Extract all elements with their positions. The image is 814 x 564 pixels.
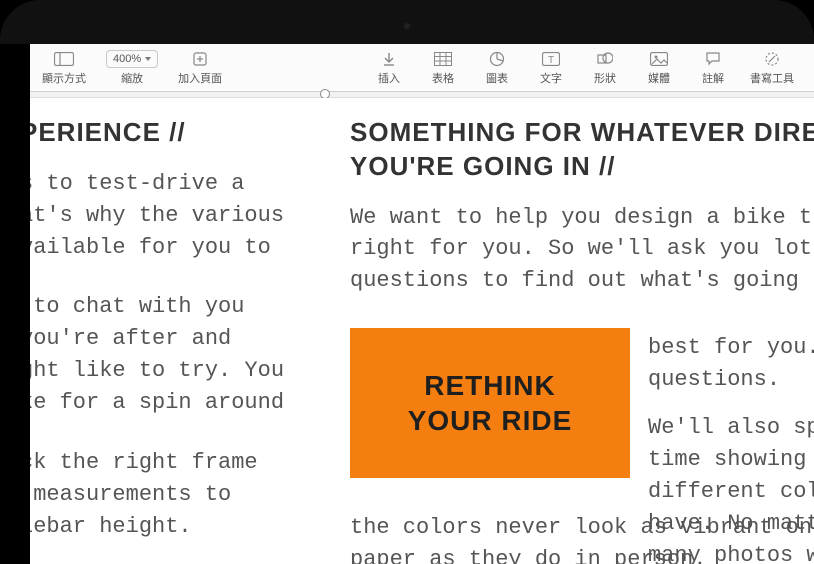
right-heading[interactable]: SOMETHING FOR WHATEVER DIREC YOU'RE GOIN… — [350, 116, 814, 184]
shape-icon — [588, 50, 622, 68]
right-column: SOMETHING FOR WHATEVER DIREC YOU'RE GOIN… — [350, 116, 814, 297]
media-button[interactable]: 媒體 — [638, 48, 680, 88]
svg-text:T: T — [548, 55, 554, 66]
chart-label: 圖表 — [486, 70, 508, 86]
media-icon — [642, 50, 676, 68]
left-column: PERIENCE // s to test-drive a at's why t… — [30, 116, 330, 543]
media-label: 媒體 — [648, 70, 670, 86]
table-label: 表格 — [432, 70, 454, 86]
callout-box[interactable]: RETHINK YOUR RIDE — [350, 328, 630, 478]
left-heading[interactable]: PERIENCE // — [30, 116, 330, 150]
device-bezel — [0, 0, 814, 44]
zoom-value: 400% — [113, 53, 141, 65]
device-frame: 顯示方式 400% 縮放 加入頁面 — [0, 0, 814, 564]
add-page-label: 加入頁面 — [178, 70, 222, 86]
right-paragraph-2[interactable]: the colors never look as vibrant on s pa… — [350, 512, 814, 564]
right-paragraph-1[interactable]: We want to help you design a bike tha ri… — [350, 202, 814, 298]
left-paragraph-1[interactable]: s to test-drive a at's why the various v… — [30, 168, 330, 264]
shape-button[interactable]: 形狀 — [584, 48, 626, 88]
comment-button[interactable]: 註解 — [692, 48, 734, 88]
comment-label: 註解 — [702, 70, 724, 86]
table-icon — [426, 50, 460, 68]
toolbar-left: 顯示方式 400% 縮放 加入頁面 — [38, 48, 226, 88]
insert-button[interactable]: 插入 — [368, 48, 410, 88]
add-page-icon — [178, 50, 222, 68]
table-button[interactable]: 表格 — [422, 48, 464, 88]
zoom-button[interactable]: 400% 縮放 — [102, 48, 162, 88]
sidebar-icon — [42, 50, 86, 68]
toolbar: 顯示方式 400% 縮放 加入頁面 — [30, 44, 814, 92]
draw-label: 書寫工具 — [750, 70, 794, 86]
zoom-value-box: 400% — [106, 50, 158, 68]
camera-icon — [403, 22, 411, 30]
text-button[interactable]: T 文字 — [530, 48, 572, 88]
chart-icon — [480, 50, 514, 68]
draw-button[interactable]: 書寫工具 — [746, 48, 798, 88]
comment-icon — [696, 50, 730, 68]
chevron-down-icon — [145, 57, 151, 61]
text-label: 文字 — [540, 70, 562, 86]
add-page-button[interactable]: 加入頁面 — [174, 48, 226, 88]
draw-icon — [750, 50, 794, 68]
left-paragraph-3[interactable]: ck the right frame measurements to lebar… — [30, 447, 330, 543]
document-canvas[interactable]: PERIENCE // s to test-drive a at's why t… — [30, 98, 814, 564]
app-window: 顯示方式 400% 縮放 加入頁面 — [30, 44, 814, 564]
text-icon: T — [534, 50, 568, 68]
chart-button[interactable]: 圖表 — [476, 48, 518, 88]
insert-icon — [372, 50, 406, 68]
insert-label: 插入 — [378, 70, 400, 86]
callout-line1: RETHINK — [424, 370, 555, 401]
callout-line2: YOUR RIDE — [408, 405, 573, 436]
zoom-label: 縮放 — [121, 70, 143, 86]
shape-label: 形狀 — [594, 70, 616, 86]
callout-text: RETHINK YOUR RIDE — [408, 368, 573, 438]
toolbar-right: 插入 表格 圖表 T — [368, 48, 806, 88]
left-paragraph-2[interactable]: to chat with you you're after and ght li… — [30, 291, 330, 419]
right-side-text-1[interactable]: best for you. questions. — [648, 332, 814, 396]
view-label: 顯示方式 — [42, 70, 86, 86]
view-mode-button[interactable]: 顯示方式 — [38, 48, 90, 88]
